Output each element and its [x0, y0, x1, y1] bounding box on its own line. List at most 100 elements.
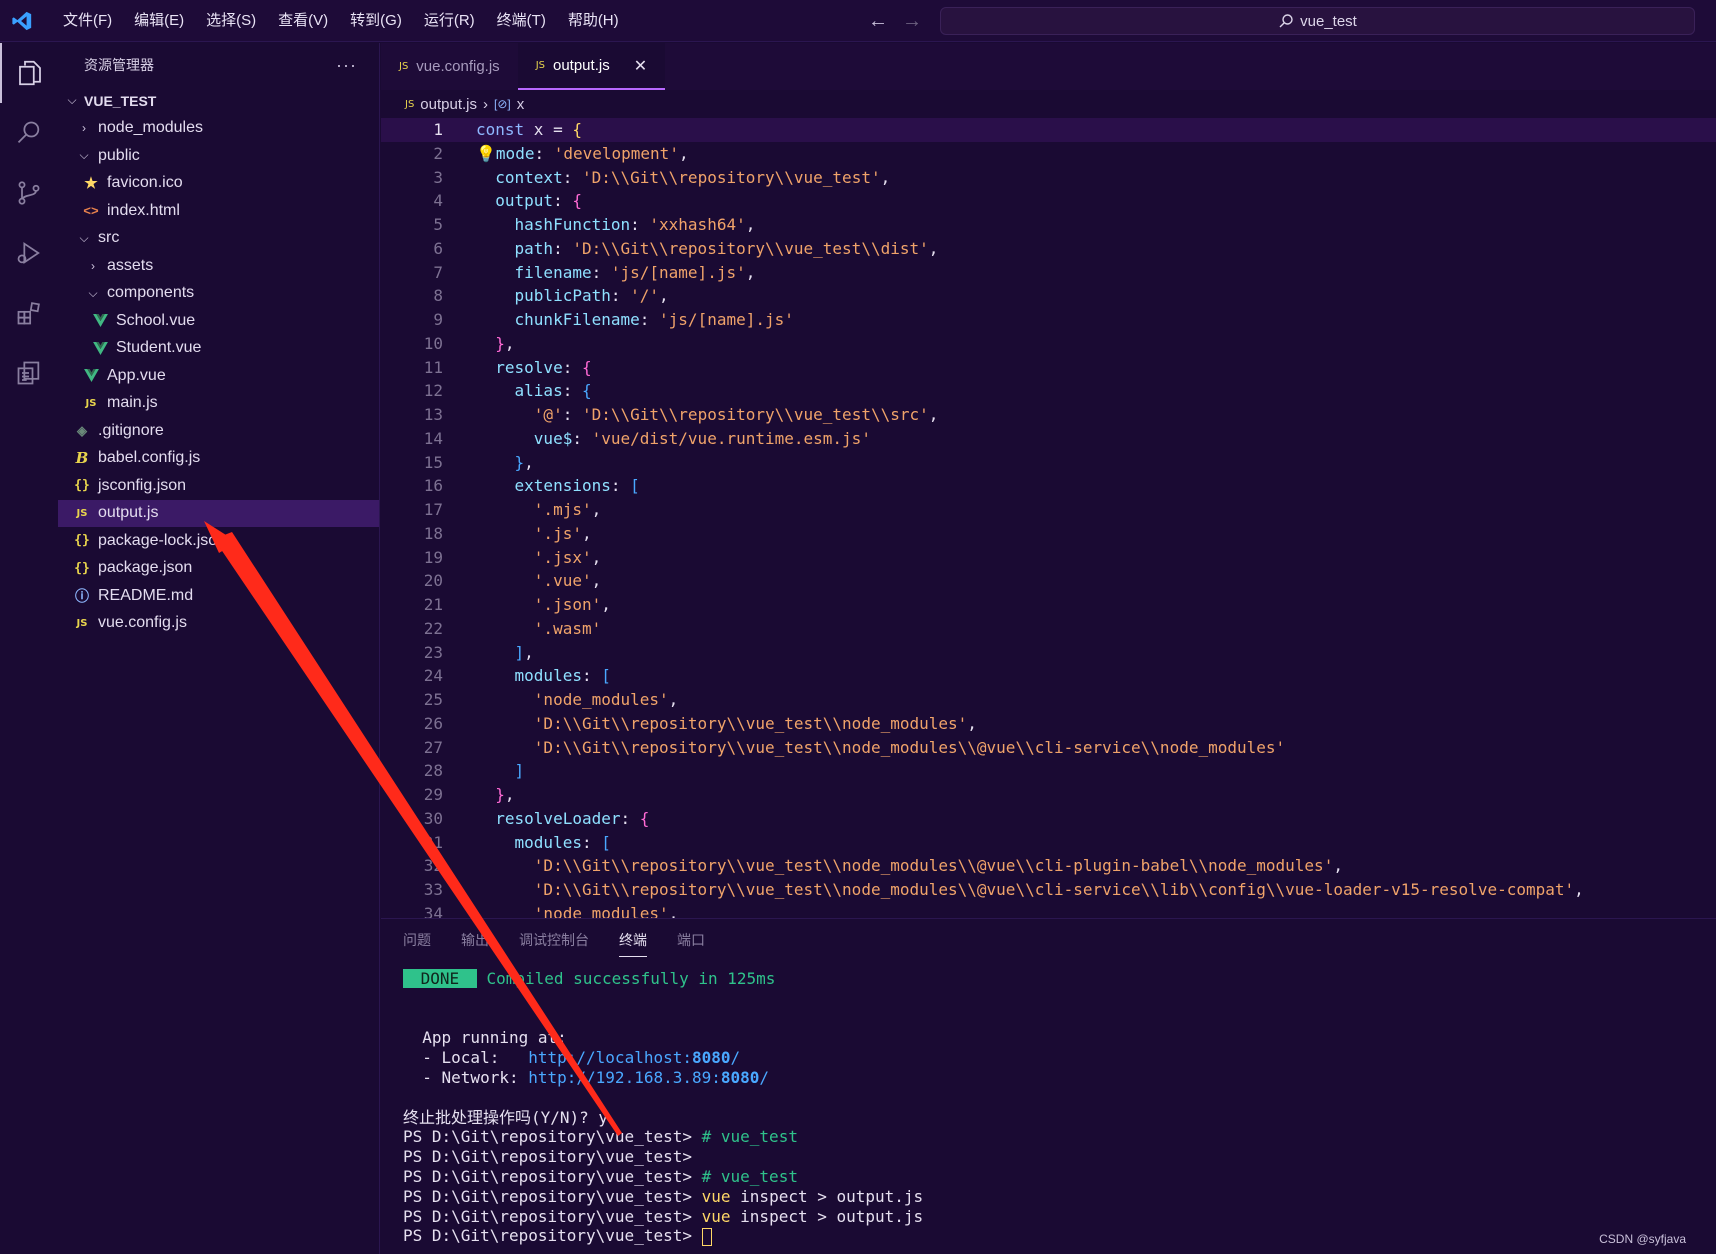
tree-root[interactable]: ⌵ VUE_TEST: [58, 87, 379, 115]
tree-folder[interactable]: › assets: [58, 252, 379, 280]
terminal-text[interactable]: /: [731, 1048, 741, 1067]
tree-file[interactable]: ◈ .gitignore: [58, 417, 379, 445]
chevron-down-icon: ⌵: [79, 148, 89, 163]
tree-file[interactable]: School.vue: [58, 307, 379, 335]
code-token: :: [553, 191, 573, 211]
tree-file[interactable]: ★ favicon.ico: [58, 170, 379, 198]
terminal-line: PS D:\Git\repository\vue_test> # vue_tes…: [403, 1167, 1716, 1187]
tree-item-label: vue.config.js: [98, 614, 187, 632]
line-number: 27: [423, 737, 443, 757]
line-number: 29: [423, 785, 443, 804]
breadcrumb-file[interactable]: output.js: [420, 96, 477, 113]
run-debug-icon[interactable]: [0, 223, 58, 283]
terminal-line: PS D:\Git\repository\vue_test> # vue_tes…: [403, 1127, 1716, 1147]
terminal[interactable]: DONE Compiled successfully in 125ms App …: [381, 961, 1716, 1246]
tree-file[interactable]: {} package.json: [58, 555, 379, 583]
explorer-icon[interactable]: [0, 43, 58, 103]
terminal-text[interactable]: http://localhost:: [528, 1048, 692, 1067]
code-text: resolve: {: [443, 356, 591, 380]
watermark: CSDN @syfjava: [1599, 1232, 1686, 1246]
tree-item-label: main.js: [107, 394, 158, 412]
editor-tab[interactable]: JS vue.config.js: [381, 43, 518, 90]
code-line: 11 resolve: {: [381, 356, 1716, 380]
tree-file[interactable]: {} package-lock.json: [58, 527, 379, 555]
panel-tab[interactable]: 端口: [677, 924, 705, 956]
breadcrumb-symbol[interactable]: x: [517, 96, 525, 113]
menu-item[interactable]: 运行(R): [413, 0, 486, 42]
line-number: 13: [423, 405, 443, 424]
code-line: 21 '.json',: [381, 593, 1716, 617]
back-arrow-icon[interactable]: ←: [868, 10, 888, 33]
menu-item[interactable]: 终端(T): [486, 0, 557, 42]
tree-file[interactable]: <> index.html: [58, 197, 379, 225]
tree-file[interactable]: {} jsconfig.json: [58, 472, 379, 500]
terminal-text: PS D:\Git\repository\vue_test>: [403, 1166, 702, 1186]
tree-item-label: package-lock.json: [98, 531, 227, 549]
code-token: ,: [591, 500, 602, 519]
code-line: 23 ],: [381, 641, 1716, 665]
panel-tab[interactable]: 输出: [461, 924, 489, 956]
code-token: extensions: [514, 476, 611, 496]
tree-folder[interactable]: ⌵ src: [58, 225, 379, 253]
code-token: mode: [495, 143, 535, 163]
tree-file[interactable]: App.vue: [58, 362, 379, 390]
terminal-text: PS D:\Git\repository\vue_test>: [403, 1147, 692, 1167]
terminal-line: PS D:\Git\repository\vue_test> vue inspe…: [403, 1187, 1716, 1207]
tree-file[interactable]: Bbabel.config.js: [58, 445, 379, 473]
tree-file[interactable]: JS vue.config.js: [58, 610, 379, 638]
tree-file[interactable]: ⓘ README.md: [58, 582, 379, 610]
forward-arrow-icon[interactable]: →: [902, 10, 922, 33]
more-actions-icon[interactable]: ···: [336, 55, 357, 76]
terminal-line: PS D:\Git\repository\vue_test>: [403, 1226, 1716, 1246]
tree-file[interactable]: Student.vue: [58, 335, 379, 363]
code-text: extensions: [: [443, 474, 640, 498]
code-line: 20 '.vue',: [381, 569, 1716, 593]
panel-tab[interactable]: 问题: [403, 924, 431, 956]
terminal-text[interactable]: http://192.168.3.89:: [528, 1068, 721, 1087]
terminal-text[interactable]: /: [759, 1068, 769, 1087]
extensions-icon[interactable]: [0, 283, 58, 343]
line-number: 19: [423, 547, 443, 567]
menu-item[interactable]: 转到(G): [339, 0, 413, 42]
tree-folder[interactable]: › node_modules: [58, 115, 379, 143]
search-icon[interactable]: [0, 103, 58, 163]
code-text: output: {: [443, 189, 582, 213]
lightbulb-icon[interactable]: 💡: [476, 144, 496, 163]
code-token: const: [476, 120, 534, 139]
code-token: filename: [514, 262, 592, 282]
code-token: ,: [591, 547, 602, 567]
code-token: }: [514, 452, 525, 472]
menu-item[interactable]: 编辑(E): [123, 0, 195, 42]
panel-tab[interactable]: 调试控制台: [519, 924, 589, 956]
terminal-text[interactable]: 8080: [721, 1068, 760, 1087]
close-tab-icon[interactable]: ✕: [634, 56, 647, 76]
code-line: 5 hashFunction: 'xxhash64',: [381, 213, 1716, 237]
panel-tab[interactable]: 终端: [619, 924, 647, 957]
line-number: 7: [433, 262, 443, 282]
editor-tab[interactable]: JS output.js ✕: [517, 43, 666, 90]
terminal-text[interactable]: 8080: [692, 1048, 731, 1067]
code-token: ,: [880, 167, 891, 187]
code-editor[interactable]: 1 const x = {2 💡mode: 'development', 3 cont…: [381, 118, 1716, 926]
tree-file[interactable]: JS output.js: [58, 499, 379, 527]
menu-item[interactable]: 帮助(H): [557, 0, 630, 42]
code-token: ,: [745, 215, 756, 234]
code-line: 13 '@': 'D:\\Git\\repository\\vue_test\\…: [381, 403, 1716, 427]
chevron-down-icon: ⌵: [67, 93, 77, 108]
menu-item[interactable]: 选择(S): [195, 0, 267, 42]
line-number: 20: [423, 571, 443, 591]
tree-folder[interactable]: ⌵ components: [58, 280, 379, 308]
explorer-header: 资源管理器 ···: [58, 43, 379, 87]
tree-folder[interactable]: ⌵ public: [58, 142, 379, 170]
command-center-search[interactable]: vue_test: [940, 7, 1695, 35]
code-text: const x = {: [443, 118, 582, 142]
source-control-icon[interactable]: [0, 163, 58, 223]
code-token: chunkFilename: [514, 310, 640, 329]
code-text: 'D:\\Git\\repository\\vue_test\\node_mod…: [443, 854, 1343, 878]
remote-explorer-icon[interactable]: [0, 343, 58, 403]
tree-file[interactable]: JS main.js: [58, 390, 379, 418]
editor-group: JS vue.config.js JS output.js ✕ JS output.js…: [381, 43, 1716, 923]
menu-item[interactable]: 文件(F): [52, 0, 123, 42]
menu-item[interactable]: 查看(V): [267, 0, 339, 42]
